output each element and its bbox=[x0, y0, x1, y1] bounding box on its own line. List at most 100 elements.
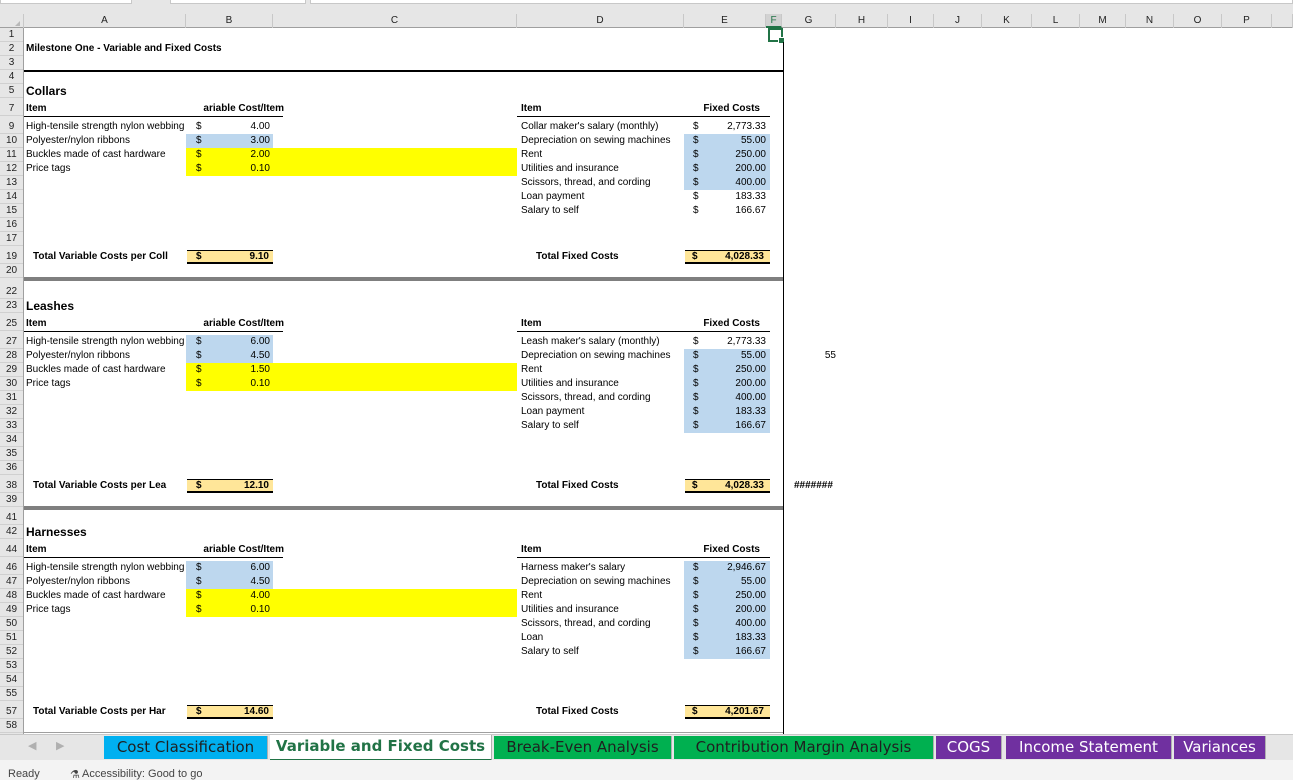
fixed-cost-value[interactable]: 166.67 bbox=[710, 645, 766, 659]
row-header[interactable]: 41 bbox=[0, 511, 23, 525]
row-header[interactable]: 13 bbox=[0, 176, 23, 190]
variable-cost-value[interactable]: 6.00 bbox=[214, 335, 270, 349]
column-header-c[interactable]: C bbox=[273, 14, 517, 28]
row-header[interactable]: 23 bbox=[0, 299, 23, 313]
sheet-tab-income-statement[interactable]: Income Statement bbox=[1006, 736, 1172, 759]
variable-item-name[interactable]: Polyester/nylon ribbons bbox=[26, 575, 186, 589]
row-header[interactable]: 32 bbox=[0, 405, 23, 419]
fixed-item-name[interactable]: Scissors, thread, and cording bbox=[521, 391, 681, 405]
variable-cost-value[interactable]: 0.10 bbox=[214, 377, 270, 391]
fixed-item-name[interactable]: Leash maker's salary (monthly) bbox=[521, 335, 681, 349]
column-header-f[interactable]: F bbox=[766, 14, 782, 28]
fixed-item-name[interactable]: Rent bbox=[521, 589, 681, 603]
variable-item-name[interactable]: Price tags bbox=[26, 162, 186, 176]
row-header[interactable]: 29 bbox=[0, 363, 23, 377]
row-header[interactable]: 10 bbox=[0, 134, 23, 148]
total-variable-value[interactable]: 9.10 bbox=[214, 250, 269, 264]
fixed-item-name[interactable]: Scissors, thread, and cording bbox=[521, 617, 681, 631]
row-header[interactable]: 46 bbox=[0, 561, 23, 575]
fixed-item-name[interactable]: Salary to self bbox=[521, 419, 681, 433]
row-header[interactable]: 15 bbox=[0, 204, 23, 218]
total-fixed-value[interactable]: 4,201.67 bbox=[704, 705, 764, 719]
variable-item-name[interactable]: High-tensile strength nylon webbing bbox=[26, 561, 186, 575]
row-header[interactable]: 25 bbox=[0, 317, 23, 331]
formula-controls[interactable] bbox=[170, 0, 306, 4]
column-header-a[interactable]: A bbox=[24, 14, 186, 28]
fixed-item-name[interactable]: Loan payment bbox=[521, 405, 681, 419]
row-header[interactable]: 54 bbox=[0, 673, 23, 687]
fixed-cost-value[interactable]: 166.67 bbox=[710, 419, 766, 433]
fixed-item-name[interactable]: Utilities and insurance bbox=[521, 603, 681, 617]
column-header-g[interactable]: G bbox=[782, 14, 836, 28]
variable-item-name[interactable]: Price tags bbox=[26, 377, 186, 391]
fixed-item-name[interactable]: Loan payment bbox=[521, 190, 681, 204]
row-header[interactable]: 38 bbox=[0, 479, 23, 493]
column-header-d[interactable]: D bbox=[517, 14, 684, 28]
variable-cost-value[interactable]: 6.00 bbox=[214, 561, 270, 575]
variable-item-name[interactable]: Polyester/nylon ribbons bbox=[26, 349, 186, 363]
row-header[interactable]: 16 bbox=[0, 218, 23, 232]
row-header[interactable]: 50 bbox=[0, 617, 23, 631]
fixed-item-name[interactable]: Utilities and insurance bbox=[521, 377, 681, 391]
fixed-cost-value[interactable]: 250.00 bbox=[710, 148, 766, 162]
variable-cost-value[interactable]: 4.50 bbox=[214, 575, 270, 589]
variable-cost-value[interactable]: 4.00 bbox=[214, 120, 270, 134]
total-fixed-value[interactable]: 4,028.33 bbox=[704, 479, 764, 493]
active-cell-selection[interactable] bbox=[768, 28, 785, 44]
fixed-cost-value[interactable]: 166.67 bbox=[710, 204, 766, 218]
variable-cost-value[interactable]: 4.50 bbox=[214, 349, 270, 363]
fixed-item-name[interactable]: Scissors, thread, and cording bbox=[521, 176, 681, 190]
fixed-cost-value[interactable]: 400.00 bbox=[710, 617, 766, 631]
row-header[interactable]: 57 bbox=[0, 705, 23, 719]
variable-cost-value[interactable]: 1.50 bbox=[214, 363, 270, 377]
fixed-cost-value[interactable]: 55.00 bbox=[710, 349, 766, 363]
row-header[interactable]: 12 bbox=[0, 162, 23, 176]
fixed-item-name[interactable]: Rent bbox=[521, 148, 681, 162]
sheet-tab-cogs[interactable]: COGS bbox=[936, 736, 1002, 759]
column-header-q[interactable] bbox=[1272, 14, 1293, 28]
row-header[interactable]: 55 bbox=[0, 687, 23, 701]
column-header-e[interactable]: E bbox=[684, 14, 766, 28]
sheet-tab-break-even-analysis[interactable]: Break-Even Analysis bbox=[494, 736, 672, 759]
row-header[interactable]: 17 bbox=[0, 232, 23, 246]
fixed-item-name[interactable]: Depreciation on sewing machines bbox=[521, 575, 681, 589]
column-header-m[interactable]: M bbox=[1080, 14, 1126, 28]
row-header[interactable]: 31 bbox=[0, 391, 23, 405]
fixed-cost-value[interactable]: 183.33 bbox=[710, 405, 766, 419]
row-header[interactable]: 19 bbox=[0, 250, 23, 264]
fixed-item-name[interactable]: Harness maker's salary bbox=[521, 561, 681, 575]
variable-cost-value[interactable]: 4.00 bbox=[214, 589, 270, 603]
fixed-cost-value[interactable]: 183.33 bbox=[710, 190, 766, 204]
fixed-cost-value[interactable]: 250.00 bbox=[710, 363, 766, 377]
row-header[interactable]: 7 bbox=[0, 102, 23, 116]
total-variable-value[interactable]: 12.10 bbox=[214, 479, 269, 493]
sheet-tab-variable-and-fixed-costs[interactable]: Variable and Fixed Costs bbox=[270, 735, 492, 761]
fixed-item-name[interactable]: Depreciation on sewing machines bbox=[521, 349, 681, 363]
name-box[interactable] bbox=[0, 0, 132, 4]
worksheet-grid[interactable]: Milestone One - Variable and Fixed Costs… bbox=[24, 28, 1293, 734]
row-header[interactable]: 39 bbox=[0, 493, 23, 507]
fixed-cost-value[interactable]: 400.00 bbox=[710, 176, 766, 190]
variable-item-name[interactable]: High-tensile strength nylon webbing bbox=[26, 120, 186, 134]
row-header[interactable]: 58 bbox=[0, 719, 23, 733]
variable-cost-value[interactable]: 0.10 bbox=[214, 603, 270, 617]
variable-item-name[interactable]: Buckles made of cast hardware bbox=[26, 589, 186, 603]
row-header[interactable]: 49 bbox=[0, 603, 23, 617]
fixed-item-name[interactable]: Utilities and insurance bbox=[521, 162, 681, 176]
row-header[interactable]: 44 bbox=[0, 543, 23, 557]
fixed-cost-value[interactable]: 55.00 bbox=[710, 134, 766, 148]
row-header[interactable]: 5 bbox=[0, 84, 23, 98]
row-header[interactable]: 20 bbox=[0, 264, 23, 278]
variable-item-name[interactable]: Buckles made of cast hardware bbox=[26, 148, 186, 162]
fixed-cost-value[interactable]: 250.00 bbox=[710, 589, 766, 603]
select-all-corner[interactable] bbox=[0, 14, 24, 28]
row-header[interactable]: 28 bbox=[0, 349, 23, 363]
fixed-item-name[interactable]: Depreciation on sewing machines bbox=[521, 134, 681, 148]
row-header[interactable]: 9 bbox=[0, 120, 23, 134]
row-header[interactable]: 51 bbox=[0, 631, 23, 645]
row-header[interactable]: 42 bbox=[0, 525, 23, 539]
variable-item-name[interactable]: Price tags bbox=[26, 603, 186, 617]
row-header[interactable]: 22 bbox=[0, 285, 23, 299]
sheet-tab-variances[interactable]: Variances bbox=[1174, 736, 1266, 759]
row-header[interactable]: 47 bbox=[0, 575, 23, 589]
